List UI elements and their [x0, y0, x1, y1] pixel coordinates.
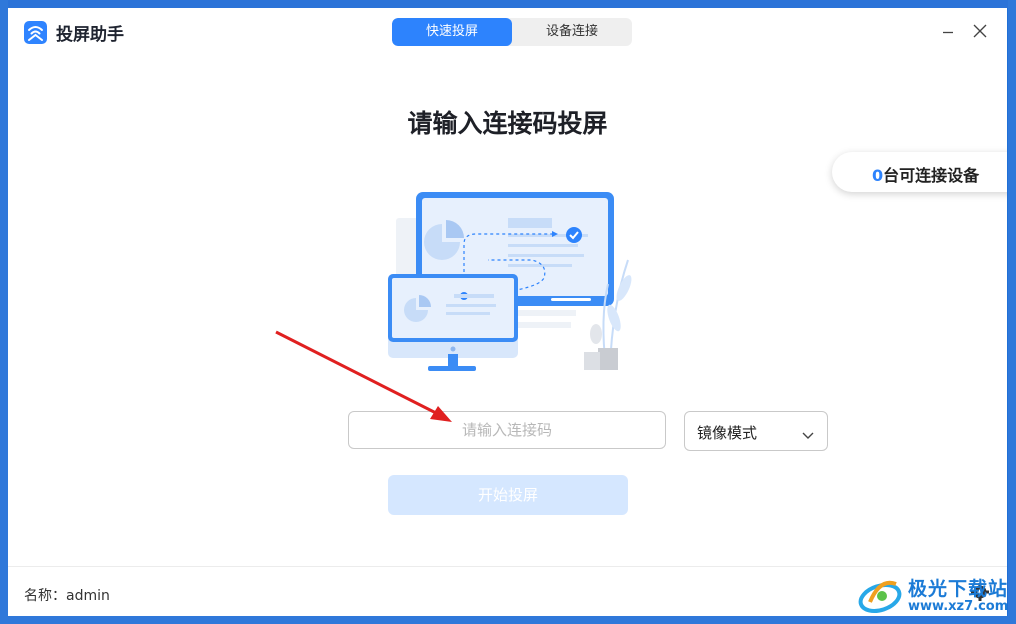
app-window: 投屏助手 快速投屏 设备连接 请输入连接码投屏 0台可连接设备 请输入连接码 镜… [8, 8, 1007, 616]
device-count-number: 0 [872, 166, 884, 185]
app-title: 投屏助手 [56, 25, 124, 45]
site-watermark: 极光下载站 www.xz7.com [856, 572, 1007, 616]
device-name-label: 名称：admin [24, 588, 110, 604]
footer-divider [8, 566, 1007, 567]
device-count-badge[interactable]: 0台可连接设备 [832, 152, 1007, 192]
minimize-icon[interactable] [938, 21, 960, 43]
mode-tabs: 快速投屏 设备连接 [392, 18, 632, 46]
device-count-text: 0台可连接设备 [872, 162, 979, 186]
watermark-url: www.xz7.com [908, 599, 1007, 614]
title-bar[interactable]: 投屏助手 快速投屏 设备连接 [8, 8, 1007, 64]
app-logo-icon [24, 21, 47, 44]
watermark-title: 极光下载站 [908, 578, 1007, 600]
tab-device-connect[interactable]: 设备连接 [512, 18, 632, 46]
start-cast-button[interactable]: 开始投屏 [388, 475, 628, 515]
mirror-mode-dropdown[interactable]: 镜像模式 [684, 411, 828, 451]
watermark-logo-icon [858, 580, 902, 613]
mode-select-value: 镜像模式 [697, 424, 758, 442]
tab-quick-cast[interactable]: 快速投屏 [392, 18, 512, 46]
device-count-suffix: 台可连接设备 [883, 166, 980, 185]
desktop-background-top [0, 0, 1016, 8]
page-heading: 请输入连接码投屏 [407, 109, 608, 138]
desktop-background-bottom [0, 616, 1016, 624]
desktop-background-right [1008, 0, 1016, 624]
screen-cast-illustration [388, 192, 632, 371]
chevron-down-icon [801, 426, 815, 445]
desktop-background-left [0, 0, 8, 624]
close-icon[interactable] [970, 21, 992, 43]
connect-code-input[interactable] [348, 411, 666, 449]
